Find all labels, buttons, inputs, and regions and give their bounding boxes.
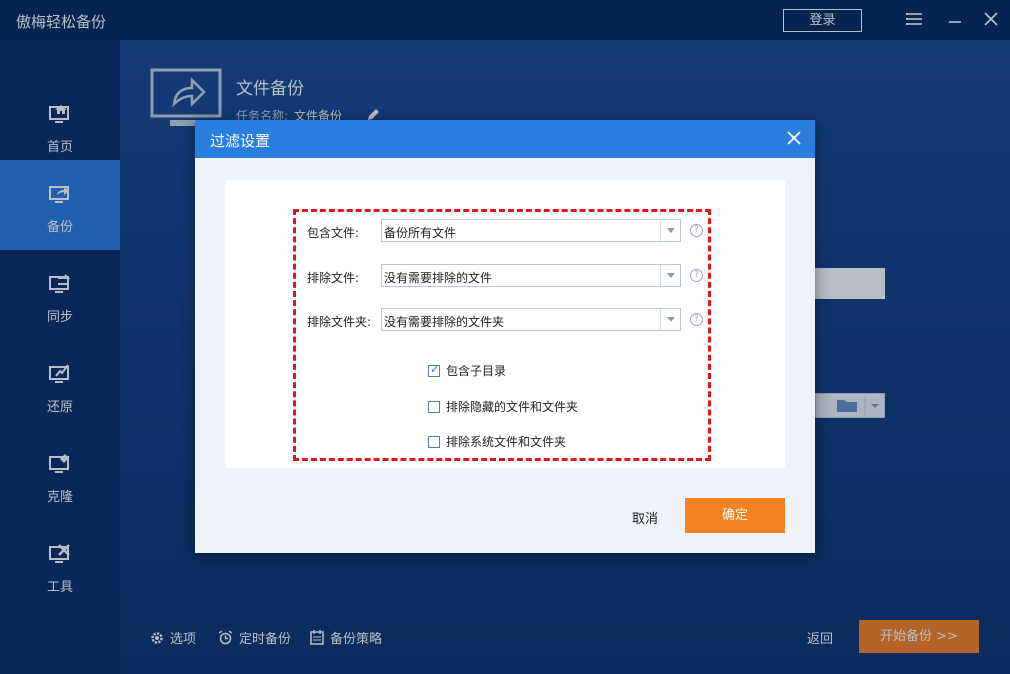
- checkbox-label: 排除系统文件和文件夹: [446, 435, 567, 449]
- checkbox-checked-icon[interactable]: [428, 363, 440, 377]
- checkbox-unchecked-icon[interactable]: [428, 435, 440, 448]
- checkbox-label: 包含子目录: [446, 364, 507, 378]
- include-subdirectories-checkbox[interactable]: 包含子目录: [428, 362, 506, 379]
- app-window: 傲梅轻松备份 登录 首页 备份 同步 还原 克隆 工具 文件备份 任务名称: 文…: [0, 0, 1010, 674]
- cancel-button[interactable]: 取消: [632, 508, 658, 527]
- exclude-folders-select[interactable]: 没有需要排除的文件夹: [381, 308, 681, 331]
- exclude-folders-label: 排除文件夹:: [307, 315, 372, 329]
- exclude-files-select[interactable]: 没有需要排除的文件: [381, 264, 681, 287]
- chevron-down-icon[interactable]: [660, 265, 680, 286]
- help-icon[interactable]: ?: [690, 269, 703, 282]
- exclude-hidden-checkbox[interactable]: 排除隐藏的文件和文件夹: [428, 398, 578, 415]
- close-icon[interactable]: [787, 131, 801, 145]
- checkbox-unchecked-icon[interactable]: [428, 400, 440, 413]
- ok-button[interactable]: 确定: [685, 498, 785, 533]
- exclude-files-value: 没有需要排除的文件: [384, 271, 493, 285]
- dialog-title: 过滤设置: [210, 132, 271, 150]
- include-files-select[interactable]: 备份所有文件: [381, 219, 681, 242]
- exclude-folders-value: 没有需要排除的文件夹: [384, 315, 505, 329]
- dialog-header: 过滤设置: [195, 120, 815, 158]
- exclude-system-checkbox[interactable]: 排除系统文件和文件夹: [428, 433, 566, 450]
- include-files-label: 包含文件:: [307, 226, 360, 240]
- highlight-frame: [293, 209, 711, 461]
- help-icon[interactable]: ?: [690, 224, 703, 237]
- exclude-files-label: 排除文件:: [307, 271, 360, 285]
- chevron-down-icon[interactable]: [660, 220, 680, 241]
- include-files-value: 备份所有文件: [384, 226, 457, 240]
- help-icon[interactable]: ?: [690, 313, 703, 326]
- filter-settings-dialog: 过滤设置 包含文件: 备份所有文件 ? 排除文件: 没有需要排除的文件 ? 排除…: [195, 120, 815, 553]
- checkbox-label: 排除隐藏的文件和文件夹: [446, 400, 579, 414]
- chevron-down-icon[interactable]: [660, 309, 680, 330]
